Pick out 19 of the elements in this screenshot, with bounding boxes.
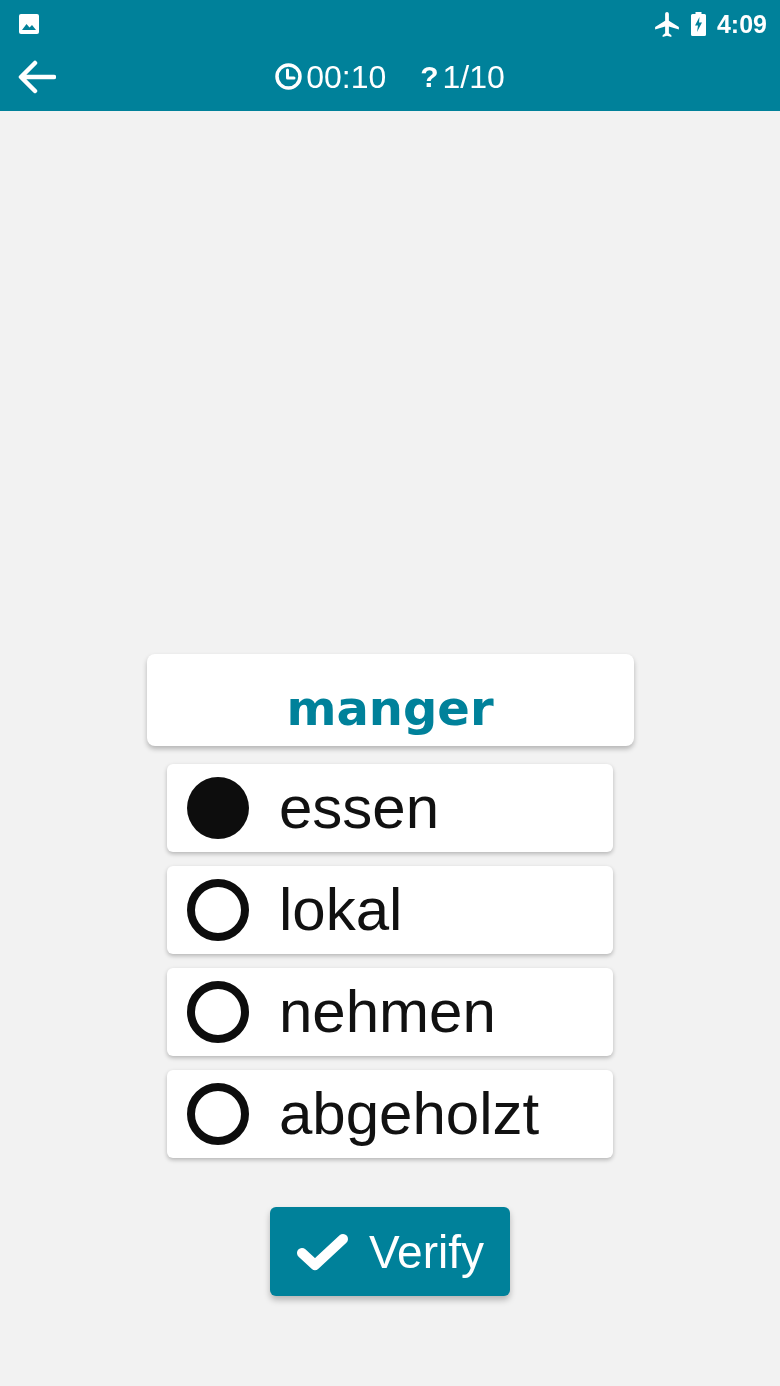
radio-empty-icon[interactable] xyxy=(187,981,249,1043)
answer-option[interactable]: nehmen xyxy=(167,968,613,1056)
answer-option[interactable]: abgeholzt xyxy=(167,1070,613,1158)
answer-option[interactable]: lokal xyxy=(167,866,613,954)
timer-text: 00:10 xyxy=(306,60,387,93)
question-icon: ? xyxy=(420,61,439,92)
clock-icon xyxy=(275,63,303,90)
airplane-icon xyxy=(654,11,679,37)
status-time: 4:09 xyxy=(716,11,767,37)
radio-empty-icon[interactable] xyxy=(187,1083,249,1145)
radio-empty-icon[interactable] xyxy=(187,879,249,941)
battery-charging-icon xyxy=(690,12,706,36)
check-icon xyxy=(295,1231,349,1272)
image-icon xyxy=(19,14,39,34)
verify-button[interactable]: Verify xyxy=(270,1207,510,1296)
back-arrow-icon[interactable] xyxy=(18,59,56,94)
radio-selected-icon[interactable] xyxy=(187,777,249,839)
question-counter: 1/10 xyxy=(442,60,505,93)
answer-option[interactable]: essen xyxy=(167,764,613,852)
